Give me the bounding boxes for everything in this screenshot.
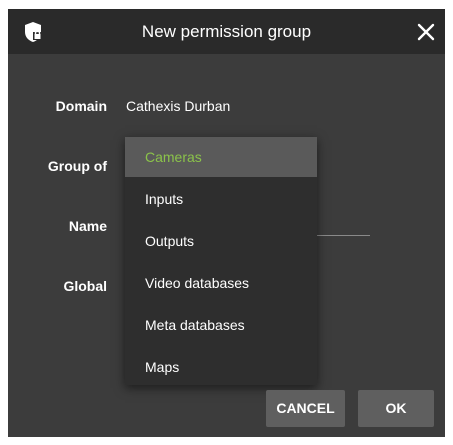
cancel-button[interactable]: CANCEL [266,390,345,427]
close-icon[interactable] [415,21,437,43]
dropdown-option-maps[interactable]: Maps [125,347,317,387]
new-permission-group-dialog: New permission group Domain Cathexis Dur… [8,9,445,437]
domain-label: Domain [55,98,107,114]
global-label: Global [63,278,107,294]
dropdown-option-cameras[interactable]: Cameras [125,137,317,177]
name-label: Name [68,218,107,234]
ok-button[interactable]: OK [358,390,434,427]
name-field[interactable] [316,235,370,236]
dropdown-option-inputs[interactable]: Inputs [125,179,317,219]
group-of-label: Group of [47,158,107,174]
domain-value: Cathexis Durban [126,98,231,114]
dropdown-option-video-databases[interactable]: Video databases [125,263,317,303]
group-of-dropdown-menu: Cameras Inputs Outputs Video databases M… [125,137,317,385]
dialog-titlebar: New permission group [8,9,445,54]
dropdown-option-meta-databases[interactable]: Meta databases [125,305,317,345]
dialog-title: New permission group [141,22,312,41]
dropdown-option-outputs[interactable]: Outputs [125,221,317,261]
